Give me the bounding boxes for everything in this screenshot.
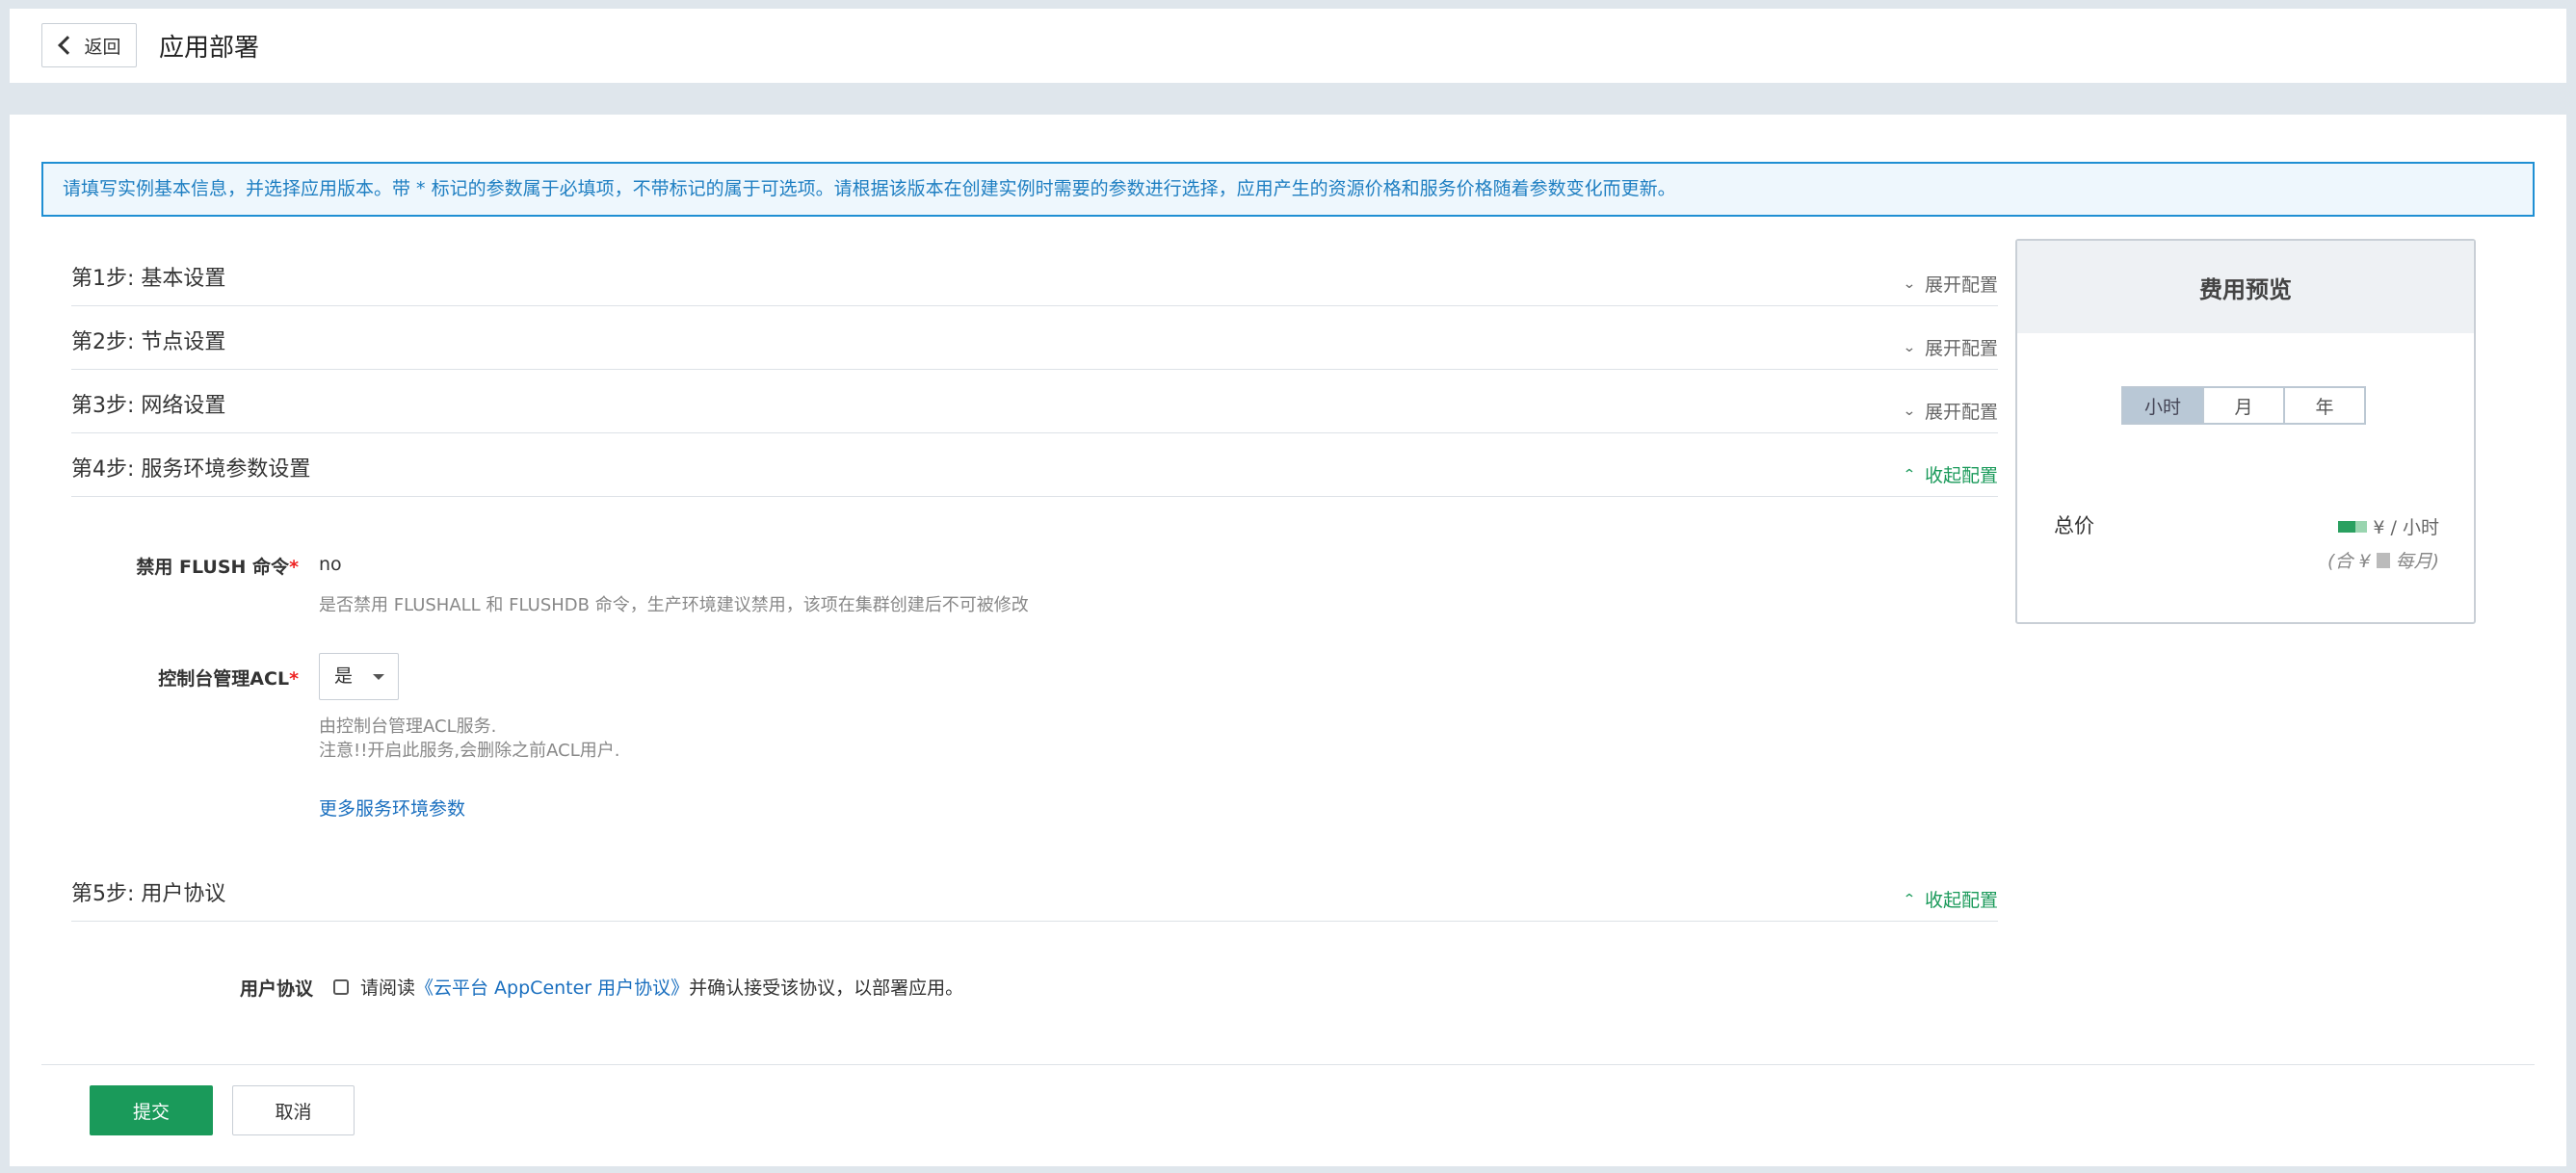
step-title: 第3步: 网络设置 [71,394,226,418]
period-month-button[interactable]: 月 [2202,386,2285,425]
cancel-button[interactable]: 取消 [232,1085,355,1135]
step-title: 第1步: 基本设置 [71,267,226,291]
back-label: 返回 [84,36,121,58]
info-notice: 请填写实例基本信息，并选择应用版本。带 * 标记的参数属于必填项，不带标记的属于… [41,162,2535,217]
double-chevron-down-icon: ⌄ [1903,275,1917,292]
step-title: 第5步: 用户协议 [71,882,226,906]
caret-down-icon [373,674,384,680]
back-button[interactable]: 返回 [41,23,137,67]
cost-preview-panel: 费用预览 小时 月 年 总价 ¥ / 小时 (合 ¥ 每月) [2015,239,2476,624]
flush-help: 是否禁用 FLUSHALL 和 FLUSHDB 命令，生产环境建议禁用，该项在集… [319,595,1029,615]
agreement-prefix: 请阅读 [360,978,416,999]
expand-toggle-step2[interactable]: ⌄ 展开配置 [1903,334,1998,360]
toggle-label: 展开配置 [1924,402,1998,423]
acl-help-1: 由控制台管理ACL服务. [319,717,497,737]
double-chevron-down-icon: ⌄ [1903,403,1917,419]
step-title: 第2步: 节点设置 [71,330,226,354]
toggle-label: 展开配置 [1924,274,1998,296]
required-mark: * [289,557,299,578]
chevron-left-icon [58,36,78,55]
main-panel: 请填写实例基本信息，并选择应用版本。带 * 标记的参数属于必填项，不带标记的属于… [10,115,2566,1166]
step-title: 第4步: 服务环境参数设置 [71,457,311,482]
double-chevron-up-icon: ⌃ [1903,891,1917,907]
required-mark: * [289,668,299,690]
flush-label-text: 禁用 FLUSH 命令 [136,557,290,578]
acl-help-2: 注意!!开启此服务,会删除之前ACL用户. [319,741,620,761]
flush-label: 禁用 FLUSH 命令* [131,553,299,579]
collapse-toggle-step5[interactable]: ⌃ 收起配置 [1903,886,1998,912]
expand-toggle-step3[interactable]: ⌄ 展开配置 [1903,398,1998,424]
price-redacted [2376,552,2390,568]
price-per-hour: ¥ / 小时 [2332,513,2439,539]
agreement-suffix: 并确认接受该协议，以部署应用。 [689,978,964,999]
acl-label-text: 控制台管理ACL [158,668,290,690]
acl-label: 控制台管理ACL* [131,665,299,691]
period-switch: 小时 月 年 [2121,386,2366,425]
period-year-button[interactable]: 年 [2283,386,2366,425]
step-node: 第2步: 节点设置 ⌄ 展开配置 [71,307,1998,370]
price-sub-suffix: 每月) [2395,551,2439,572]
price-redacted [2338,520,2368,533]
agreement-checkbox[interactable] [333,978,349,995]
double-chevron-down-icon: ⌄ [1903,339,1917,355]
top-bar: 返回 应用部署 [10,9,2566,83]
agreement-label: 用户协议 [239,978,313,1000]
double-chevron-up-icon: ⌃ [1903,466,1917,482]
cost-title: 费用预览 [2017,241,2474,333]
agreement-link[interactable]: 《云平台 AppCenter 用户协议》 [415,974,689,1000]
toggle-label: 收起配置 [1924,465,1998,486]
footer-divider [41,1064,2535,1065]
step-service-env: 第4步: 服务环境参数设置 ⌃ 收起配置 [71,434,1998,497]
more-params-link[interactable]: 更多服务环境参数 [319,795,465,821]
agreement-row: 请阅读 《云平台 AppCenter 用户协议》 并确认接受该协议，以部署应用。 [333,974,963,1000]
submit-button[interactable]: 提交 [90,1085,213,1135]
price-sub-prefix: (合 ¥ [2327,551,2371,572]
step-network: 第3步: 网络设置 ⌄ 展开配置 [71,371,1998,433]
price-per-month: (合 ¥ 每月) [2327,547,2439,573]
expand-toggle-step1[interactable]: ⌄ 展开配置 [1903,271,1998,297]
collapse-toggle-step4[interactable]: ⌃ 收起配置 [1903,461,1998,487]
period-hour-button[interactable]: 小时 [2121,386,2204,425]
acl-select[interactable]: 是 [319,653,399,700]
flush-value: no [319,554,342,575]
price-unit: ¥ / 小时 [2373,517,2439,538]
step-agreement: 第5步: 用户协议 ⌃ 收起配置 [71,859,1998,922]
toggle-label: 展开配置 [1924,338,1998,359]
total-price-label: 总价 [2054,514,2094,537]
toggle-label: 收起配置 [1924,890,1998,911]
page-title: 应用部署 [159,34,260,63]
acl-selected-value: 是 [334,665,354,687]
step-basic: 第1步: 基本设置 ⌄ 展开配置 [71,244,1998,306]
